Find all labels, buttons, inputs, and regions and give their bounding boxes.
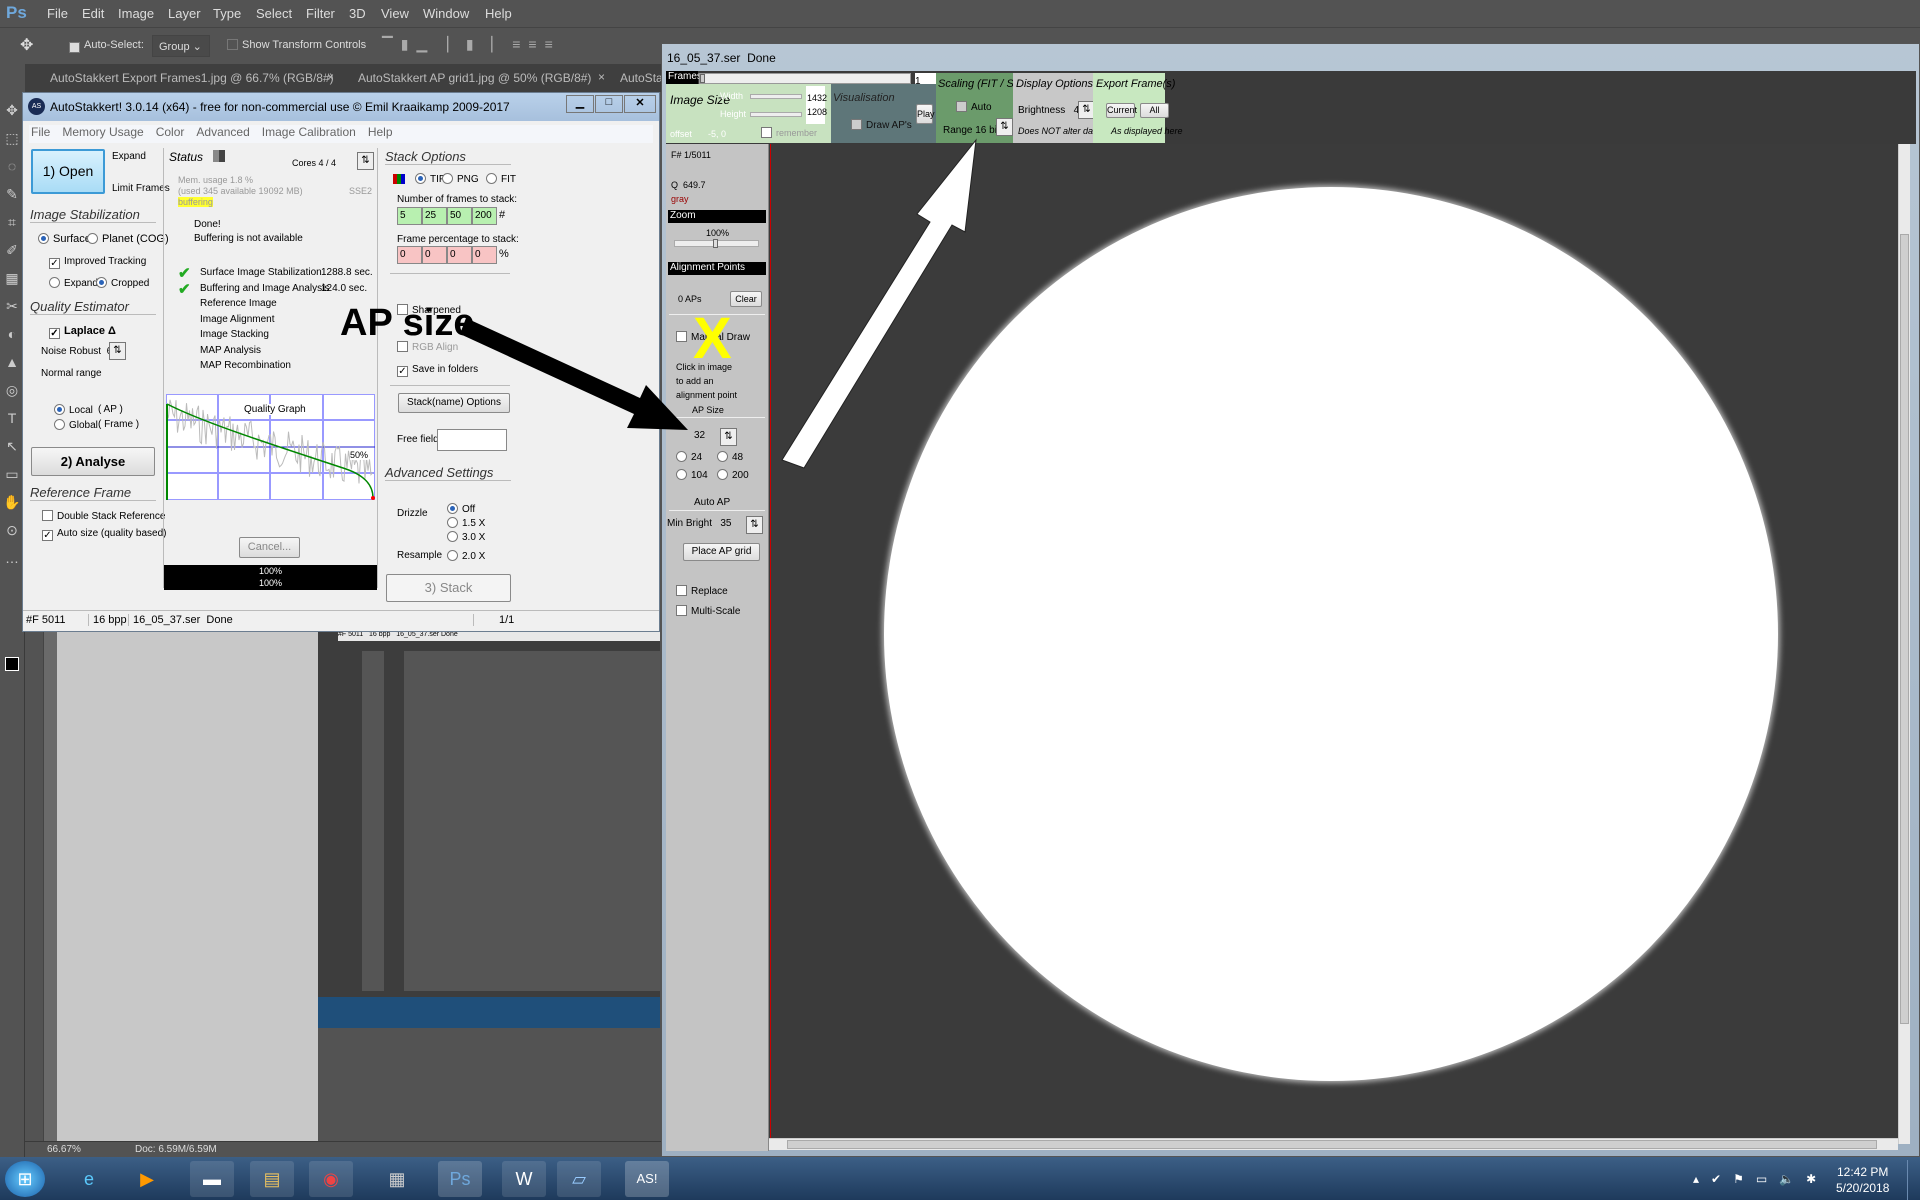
annotation-arrows <box>460 138 977 469</box>
black-arrow <box>460 318 688 430</box>
show-desktop-button[interactable] <box>1907 1160 1920 1200</box>
taskbar-media-player-icon[interactable]: ▶ <box>125 1161 169 1197</box>
taskbar-photoshop-icon[interactable]: Ps <box>438 1161 482 1197</box>
taskbar-word-icon[interactable]: W <box>502 1161 546 1197</box>
start-button[interactable]: ⊞ <box>5 1161 45 1197</box>
taskbar-notepad-icon[interactable]: ▱ <box>557 1161 601 1197</box>
taskbar-explorer-icon[interactable]: ▤ <box>250 1161 294 1197</box>
yellow-x-annotation: X <box>693 306 732 371</box>
taskbar-calculator-icon[interactable]: ▦ <box>375 1161 419 1197</box>
taskbar-clock[interactable]: 12:42 PM 5/20/2018 <box>1836 1164 1889 1196</box>
taskbar-chrome-icon[interactable]: ◉ <box>309 1161 353 1197</box>
system-tray-icons[interactable]: ▴✔⚑▭🔈✱ <box>1693 1172 1828 1186</box>
ap-size-annotation: AP size <box>340 302 475 344</box>
taskbar-autostakkert-icon[interactable]: AS! <box>625 1161 669 1197</box>
taskbar-ie-icon[interactable]: e <box>67 1161 111 1197</box>
taskbar-cmd-icon[interactable]: ▬ <box>190 1161 234 1197</box>
white-arrow <box>781 138 977 469</box>
